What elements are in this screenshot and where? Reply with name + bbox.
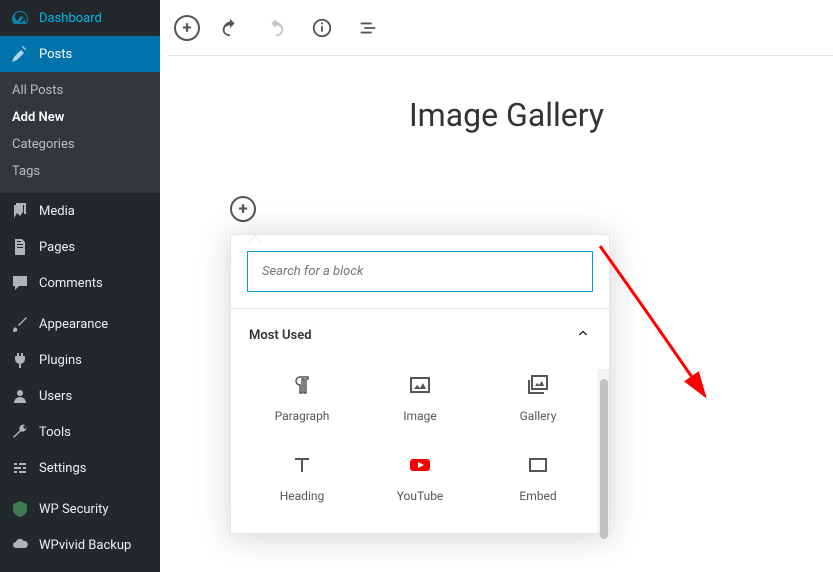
sliders-icon	[10, 458, 30, 478]
editor-canvas: Image Gallery + Most Used	[160, 56, 833, 572]
sidebar-item-appearance[interactable]: Appearance	[0, 306, 160, 342]
block-paragraph[interactable]: Paragraph	[243, 357, 361, 437]
comments-icon	[10, 273, 30, 293]
media-icon	[10, 201, 30, 221]
image-icon	[406, 371, 434, 399]
chevron-up-icon	[575, 325, 591, 345]
admin-sidebar: Dashboard Posts All Posts Add New Catego…	[0, 0, 160, 572]
toolbar-add-block-button[interactable]: +	[174, 15, 200, 41]
sidebar-sub-tags[interactable]: Tags	[0, 158, 160, 185]
block-label: Embed	[519, 489, 556, 503]
sidebar-item-users[interactable]: Users	[0, 378, 160, 414]
block-image[interactable]: Image	[361, 357, 479, 437]
sidebar-label: Comments	[39, 276, 103, 291]
redo-button	[260, 12, 292, 44]
sidebar-label: Media	[39, 204, 75, 219]
brush-icon	[10, 314, 30, 334]
scrollbar-thumb[interactable]	[600, 379, 608, 539]
block-search-input[interactable]	[247, 251, 593, 292]
sidebar-label: WP Security	[39, 502, 109, 517]
plugin-icon	[10, 350, 30, 370]
sidebar-label: Pages	[39, 240, 75, 255]
sidebar-item-tools[interactable]: Tools	[0, 414, 160, 450]
embed-icon	[524, 451, 552, 479]
block-embed[interactable]: Embed	[479, 437, 597, 517]
dashboard-icon	[10, 8, 30, 28]
sidebar-item-media[interactable]: Media	[0, 193, 160, 229]
cloud-icon	[10, 535, 30, 555]
sidebar-item-wpvivid[interactable]: WPvivid Backup	[0, 527, 160, 563]
outline-button[interactable]	[352, 12, 384, 44]
block-label: Paragraph	[275, 409, 330, 423]
block-youtube[interactable]: YouTube	[361, 437, 479, 517]
gallery-icon	[524, 371, 552, 399]
undo-button[interactable]	[214, 12, 246, 44]
shield-icon	[10, 499, 30, 519]
block-grid: Paragraph Image Gallery Heading	[231, 357, 609, 533]
sidebar-label: Appearance	[39, 317, 108, 332]
sidebar-label: Settings	[39, 461, 86, 476]
pin-icon	[10, 44, 30, 64]
info-button[interactable]	[306, 12, 338, 44]
sidebar-item-plugins[interactable]: Plugins	[0, 342, 160, 378]
panel-most-used-toggle[interactable]: Most Used	[231, 309, 609, 357]
sidebar-label: WPvivid Backup	[39, 538, 131, 553]
editor-toolbar: +	[160, 0, 833, 56]
sidebar-item-pages[interactable]: Pages	[0, 229, 160, 265]
paragraph-icon	[288, 371, 316, 399]
post-title[interactable]: Image Gallery	[160, 96, 833, 134]
heading-icon	[288, 451, 316, 479]
pages-icon	[10, 237, 30, 257]
youtube-icon	[406, 451, 434, 479]
insert-block-area: + Most Used Paragraph	[230, 196, 783, 534]
block-heading[interactable]: Heading	[243, 437, 361, 517]
sidebar-item-comments[interactable]: Comments	[0, 265, 160, 301]
sidebar-item-dashboard[interactable]: Dashboard	[0, 0, 160, 36]
block-label: Image	[403, 409, 436, 423]
insert-block-button[interactable]: +	[230, 196, 256, 222]
block-gallery[interactable]: Gallery	[479, 357, 597, 437]
block-label: Gallery	[520, 409, 557, 423]
sidebar-label: Users	[39, 389, 72, 404]
sidebar-item-wp-security[interactable]: WP Security	[0, 491, 160, 527]
editor-main: + Image Gallery + Most Used	[160, 0, 833, 572]
wrench-icon	[10, 422, 30, 442]
block-search-wrap	[231, 235, 609, 309]
sidebar-sub-add-new[interactable]: Add New	[0, 104, 160, 131]
block-inserter-popover: Most Used Paragraph Image	[230, 234, 610, 534]
sidebar-label: Plugins	[39, 353, 82, 368]
sidebar-label: Dashboard	[39, 11, 102, 26]
block-label: Heading	[280, 489, 325, 503]
users-icon	[10, 386, 30, 406]
sidebar-submenu-posts: All Posts Add New Categories Tags	[0, 72, 160, 193]
sidebar-sub-categories[interactable]: Categories	[0, 131, 160, 158]
block-label: YouTube	[397, 489, 444, 503]
sidebar-sub-all-posts[interactable]: All Posts	[0, 77, 160, 104]
sidebar-item-settings[interactable]: Settings	[0, 450, 160, 486]
sidebar-item-posts[interactable]: Posts	[0, 36, 160, 72]
panel-title: Most Used	[249, 328, 312, 343]
sidebar-label: Posts	[39, 47, 72, 62]
sidebar-label: Tools	[39, 425, 71, 440]
